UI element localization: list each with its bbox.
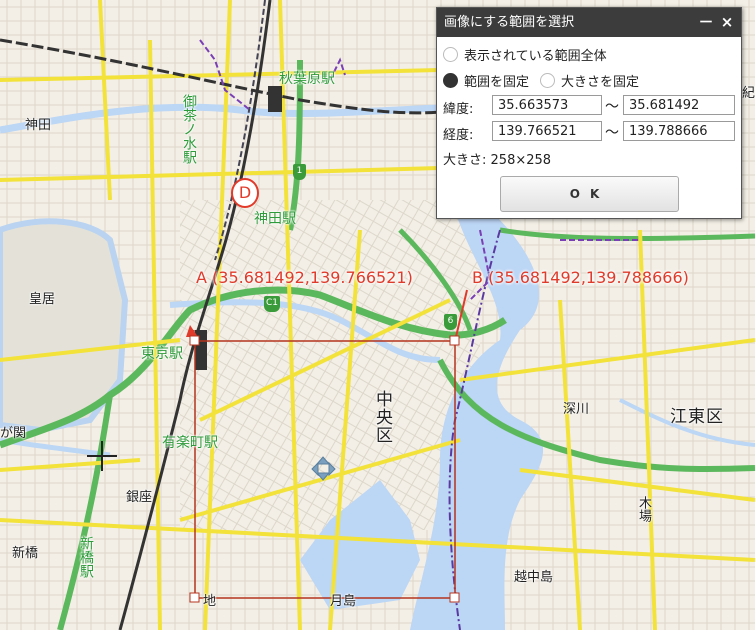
label-etchujima: 越中島	[514, 570, 554, 585]
radio-fixed-size[interactable]: 大きさを固定	[540, 71, 639, 90]
radio-fixed-size-indicator[interactable]	[540, 73, 555, 88]
selection-handle-d[interactable]	[449, 592, 460, 603]
label-tsukishima: 月島	[330, 594, 357, 609]
route-shield: 6	[444, 314, 457, 330]
point-a-label: A (35.681492,139.766521)	[196, 268, 413, 287]
longitude-range-separator: 〜	[605, 125, 619, 141]
label-tokyo-station: 東京駅	[141, 346, 183, 362]
selection-handle-c[interactable]	[189, 592, 200, 603]
latitude-to-field[interactable]: 35.681492	[623, 95, 735, 115]
radio-whole-view-label: 表示されている範囲全体	[464, 49, 607, 64]
select-range-dialog: 画像にする範囲を選択 － × 表示されている範囲全体 範囲を固定 大きさを固定 …	[436, 7, 742, 219]
size-label: 大きさ:	[443, 153, 487, 168]
label-kasumigaseki: が関	[0, 426, 27, 441]
longitude-from-field[interactable]: 139.766521	[492, 121, 602, 141]
selection-handle-a[interactable]	[189, 335, 200, 346]
dialog-header[interactable]: 画像にする範囲を選択 － ×	[437, 8, 741, 37]
label-kokyo: 皇居	[29, 292, 56, 307]
label-ochanomizu-station: 御茶ノ水駅	[181, 94, 197, 164]
minimize-button[interactable]: －	[695, 8, 717, 37]
radio-fixed-range-label: 範囲を固定	[464, 75, 530, 90]
label-chi: 地	[203, 594, 217, 609]
latitude-range-separator: 〜	[605, 99, 619, 115]
label-ginza: 銀座	[126, 490, 153, 505]
latitude-label: 緯度:	[443, 102, 474, 117]
dialog-title: 画像にする範囲を選択	[444, 15, 575, 30]
ok-button[interactable]: OK	[500, 176, 679, 212]
point-b-label: B (35.681492,139.788666)	[472, 268, 689, 287]
radio-whole-view[interactable]: 表示されている範囲全体	[443, 45, 607, 64]
longitude-label: 経度:	[443, 128, 474, 143]
label-chuo-ku: 中央区	[372, 390, 392, 444]
label-koto-ku: 江東区	[670, 407, 724, 427]
label-yurakucho-station: 有楽町駅	[162, 435, 218, 451]
route-shield: C1	[264, 296, 280, 312]
label-kanda: 神田	[25, 118, 52, 133]
label-kiba: 木場	[636, 496, 651, 522]
label-kuramae: 紀	[742, 86, 755, 101]
label-shinbashi-station: 新橋駅	[78, 536, 94, 578]
radio-fixed-size-label: 大きさを固定	[561, 75, 640, 90]
radio-fixed-range-indicator[interactable]	[443, 73, 458, 88]
label-fukagawa: 深川	[563, 402, 590, 417]
label-kanda-station: 神田駅	[254, 211, 296, 227]
longitude-to-field[interactable]: 139.788666	[623, 121, 735, 141]
size-row: 大きさ: 258×258	[443, 149, 551, 168]
selection-handle-b[interactable]	[449, 335, 460, 346]
label-shinbashi: 新橋	[12, 546, 39, 561]
marker-d-icon[interactable]: D	[231, 178, 259, 208]
akihabara-station-building	[268, 86, 282, 112]
route-shield: 1	[293, 164, 306, 180]
label-akihabara-station: 秋葉原駅	[279, 71, 335, 87]
size-value: 258×258	[490, 153, 552, 168]
radio-fixed-range[interactable]: 範囲を固定	[443, 71, 529, 90]
radio-whole-view-indicator[interactable]	[443, 47, 458, 62]
latitude-from-field[interactable]: 35.663573	[492, 95, 602, 115]
close-button[interactable]: ×	[716, 8, 738, 37]
